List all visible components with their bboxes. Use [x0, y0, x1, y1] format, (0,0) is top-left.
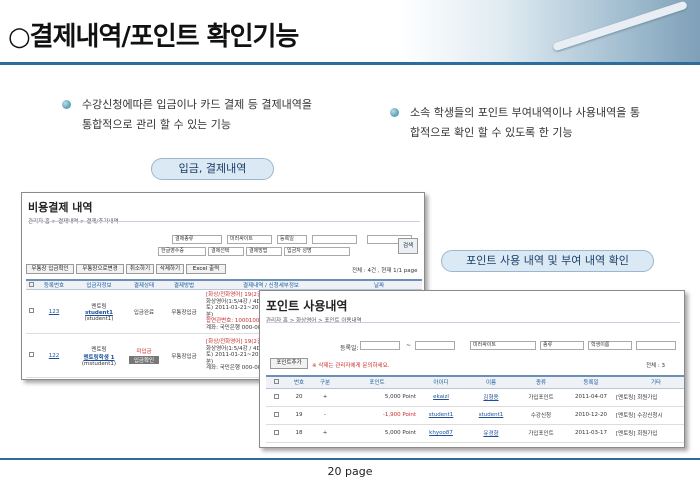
mirror-site-select[interactable]: 미러싸이트	[227, 235, 272, 244]
row-checkbox[interactable]	[28, 308, 34, 313]
points-label-pill: 포인트 사용 내역 및 부여 내역 확인	[441, 250, 654, 272]
table-header: 등록번호 입금자정보 결제상태 결제방법 결제내역 / 신청세부정보 날짜	[26, 279, 422, 290]
kind-select[interactable]: 종류	[540, 341, 584, 350]
bullet-icon	[390, 108, 399, 117]
table-row: 18 + 5,000 Point khyoo87 유경향 가입포인트 2011-…	[266, 424, 684, 443]
user-name-link[interactable]: 김형용	[466, 388, 516, 407]
payment-label-pill: 입금, 결제내역	[151, 158, 274, 180]
row-checkbox[interactable]	[273, 411, 279, 417]
user-name-link[interactable]: student1	[466, 406, 516, 425]
receipt-select[interactable]: 한글영수증	[158, 247, 206, 256]
points-table: 번호 구분 포인트 아이디 이름 종류 등록일 기타 20 + 5,000 Po…	[266, 375, 684, 443]
student-name-select[interactable]: 학생이름	[588, 341, 632, 350]
confirm-deposit-button[interactable]: 무통장 입금확인	[26, 264, 74, 274]
select-all-checkbox[interactable]	[273, 378, 279, 384]
user-id-link[interactable]: ekaizl	[416, 388, 466, 407]
slide-title: ○결제내역/포인트 확인기능	[8, 22, 299, 52]
search-button[interactable]: 검색	[398, 238, 418, 254]
table-row: 19 - -1,900 Point student1 student1 수강신청…	[266, 406, 684, 425]
add-point-button[interactable]: 포인트추가	[270, 358, 308, 369]
search-input[interactable]	[636, 341, 676, 350]
row-checkbox[interactable]	[273, 429, 279, 435]
points-screenshot: 포인트 사용내역 관리자 홈 > 화상영어 > 포인트 이용내역 등록일: ~ …	[259, 290, 685, 448]
points-page-title: 포인트 사용내역	[266, 299, 348, 313]
row-checkbox[interactable]	[273, 393, 279, 399]
row-number-link[interactable]: 122	[36, 333, 72, 378]
header-divider	[0, 62, 700, 65]
payment-choice-select[interactable]: 결제선택	[208, 247, 244, 256]
payment-type-select[interactable]: 결제종류	[172, 235, 222, 244]
header-photo	[400, 0, 700, 62]
delete-button[interactable]: 삭제하기	[156, 264, 184, 274]
slide-header: ○결제내역/포인트 확인기능	[0, 0, 700, 62]
user-link[interactable]: 멘토링학생 1	[72, 353, 126, 361]
user-name-link[interactable]: 유경향	[466, 424, 516, 443]
page-number: 20 page	[327, 465, 373, 478]
table-header: 번호 구분 포인트 아이디 이름 종류 등록일 기타	[266, 375, 684, 389]
date-from-input[interactable]	[360, 341, 400, 350]
record-count: 전체 : 4건 , 현재 1/1 page	[352, 268, 418, 274]
user-id-link[interactable]: student1	[416, 406, 466, 425]
reg-date-select[interactable]: 등록일	[277, 235, 307, 244]
cancel-button[interactable]: 취소하기	[126, 264, 154, 274]
reg-date-label: 등록일:	[340, 345, 359, 352]
table-row: 20 + 5,000 Point ekaizl 김형용 가입포인트 2011-0…	[266, 388, 684, 407]
excel-export-button[interactable]: Excel 출력	[186, 264, 226, 274]
delete-notice: ※ 삭제는 관리자에게 문의하세요.	[312, 363, 390, 369]
bullet-icon	[62, 100, 71, 109]
footer-divider	[0, 458, 700, 460]
date-from-input[interactable]	[312, 235, 357, 244]
user-id-link[interactable]: khyoo87	[416, 424, 466, 443]
payment-page-title: 비용결제 내역	[28, 201, 93, 214]
change-to-deposit-button[interactable]: 무통장으로변경	[76, 264, 124, 274]
date-to-input[interactable]	[415, 341, 455, 350]
payment-method-select[interactable]: 결제방법	[246, 247, 282, 256]
row-checkbox[interactable]	[28, 352, 34, 357]
bullet-points: 소속 학생들의 포인트 부여내역이나 사용내역을 통 합적으로 확인 할 수 있…	[390, 103, 640, 143]
depositor-name-input[interactable]: 입금자 성명	[284, 247, 350, 256]
row-number-link[interactable]: 123	[36, 289, 72, 334]
record-count: 전체 : 3	[646, 363, 665, 369]
pen-image	[552, 0, 688, 52]
mirror-site-select[interactable]: 미러싸이트	[470, 341, 536, 350]
select-all-checkbox[interactable]	[28, 281, 34, 287]
confirm-deposit-small-button[interactable]: 입금확인	[129, 355, 159, 364]
bullet-payment: 수강신청에따른 입금이나 카드 결제 등 결제내역을 통합적으로 관리 할 수 …	[62, 95, 312, 135]
